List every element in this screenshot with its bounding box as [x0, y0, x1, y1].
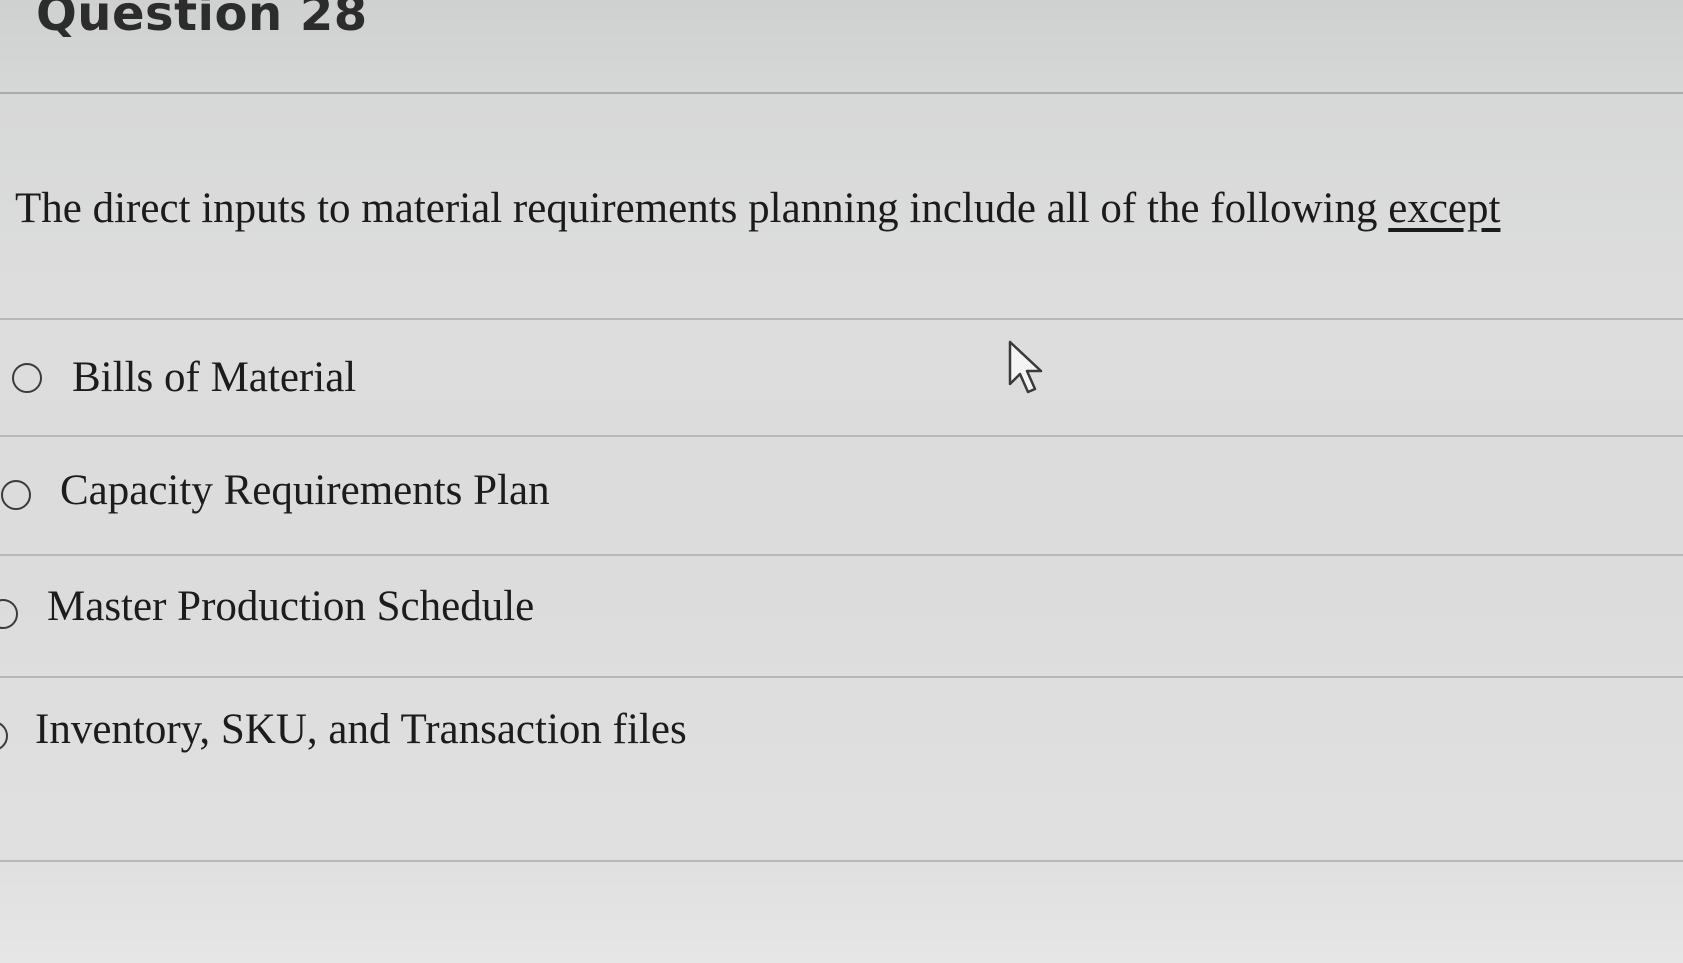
answer-option-label[interactable]: Inventory, SKU, and Transaction files	[35, 704, 687, 756]
radio-button-icon[interactable]	[0, 721, 8, 751]
answer-option-2[interactable]: Capacity Requirements Plan	[0, 437, 1683, 547]
quiz-page: Question 28 The direct inputs to materia…	[0, 0, 1683, 963]
page-footer	[0, 862, 1683, 963]
answer-option-label[interactable]: Bills of Material	[72, 352, 356, 404]
answer-option-label[interactable]: Master Production Schedule	[47, 581, 534, 633]
radio-button-icon[interactable]	[12, 363, 42, 393]
answer-option-label[interactable]: Capacity Requirements Plan	[60, 465, 550, 517]
answer-option-4[interactable]: Inventory, SKU, and Transaction files	[0, 678, 1683, 788]
question-prompt-emphasis: except	[1388, 185, 1501, 232]
answer-option-1[interactable]: Bills of Material	[0, 320, 1683, 430]
question-title: Question 28	[36, 0, 368, 42]
question-header: Question 28	[0, 0, 1683, 94]
question-prompt-text: The direct inputs to material requiremen…	[15, 185, 1389, 232]
answer-option-3[interactable]: Master Production Schedule	[0, 556, 1683, 666]
radio-button-icon[interactable]	[0, 599, 18, 629]
mouse-pointer-icon	[1008, 340, 1043, 394]
radio-button-icon[interactable]	[1, 480, 31, 510]
question-prompt: The direct inputs to material requiremen…	[15, 183, 1500, 235]
